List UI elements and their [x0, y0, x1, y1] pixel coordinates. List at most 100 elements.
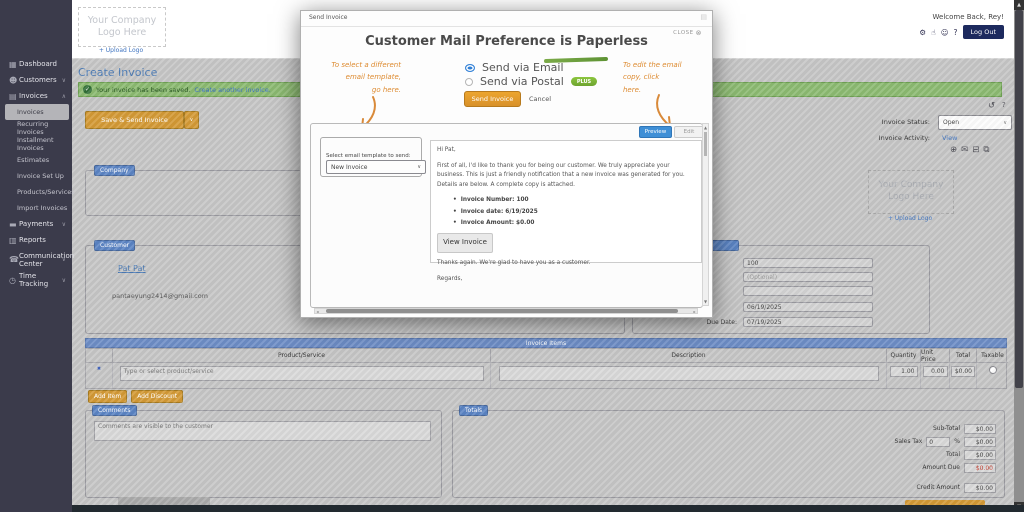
amount-due-value: $0.00 [964, 463, 996, 473]
radio-postal[interactable] [465, 78, 473, 86]
logout-button[interactable]: Log Out [963, 25, 1004, 39]
unit-price-input[interactable]: 0.00 [923, 366, 948, 377]
upload-logo-link[interactable]: + Upload Logo [868, 215, 952, 222]
sidebar-item-communication-center[interactable]: ☎ Communication Center ∨ [0, 248, 72, 272]
globe-icon[interactable]: ⊕ [950, 145, 957, 155]
scroll-thumb[interactable] [1015, 10, 1023, 388]
save-send-invoice-button[interactable]: Save & Send Invoice [85, 111, 184, 129]
sales-tax-rate-input[interactable]: 0 [926, 437, 950, 447]
subtotal-row: Sub-Total $0.00 [933, 423, 996, 434]
scroll-left-icon[interactable]: ◂ [315, 309, 320, 314]
empty-field[interactable] [743, 286, 873, 296]
email-icon[interactable]: ✉ [961, 145, 968, 155]
invoice-items-header: Invoice Items [85, 338, 1007, 348]
col-product-service: Product/Service [113, 349, 491, 363]
page-horizontal-scrollbar[interactable] [72, 505, 1024, 512]
add-item-button[interactable]: Add Item [88, 390, 127, 403]
sidebar-item-invoices[interactable]: ▤ Invoices ∧ [0, 88, 72, 104]
template-select[interactable]: New Invoice ∨ [326, 160, 426, 174]
create-another-invoice-link[interactable]: Create another invoice. [194, 86, 270, 94]
devices-icon[interactable]: ⧉ [983, 145, 989, 155]
taxable-checkbox[interactable] [989, 366, 997, 374]
edit-button[interactable]: Edit [674, 126, 704, 138]
gear-icon[interactable]: ⚙ [919, 28, 926, 37]
delete-row-icon[interactable]: ✖ [97, 366, 101, 372]
invoice-number-field[interactable]: 100 [743, 258, 873, 268]
share-icons-row: ⊕ ✉ ⊟ ⧉ [950, 145, 989, 155]
scroll-thumb[interactable] [326, 309, 678, 313]
invoice-activity-label: Invoice Activity: [798, 134, 930, 142]
scroll-up-icon[interactable]: ▲ [703, 124, 708, 131]
customer-name-link[interactable]: Pat Pat [118, 264, 146, 273]
amount-due-row: Amount Due $0.00 [922, 462, 996, 473]
send-invoice-button[interactable]: Send Invoice [464, 91, 521, 107]
radio-email-selected[interactable] [465, 64, 475, 72]
chevron-down-icon: ∨ [1003, 120, 1007, 126]
upload-logo-link[interactable]: + Upload Logo [78, 47, 164, 54]
sidebar-item-payments[interactable]: ▬ Payments ∨ [0, 216, 72, 232]
send-via-email-option[interactable]: Send via Email [465, 61, 564, 74]
add-discount-button[interactable]: Add Discount [131, 390, 183, 403]
totals-section-tab: Totals [459, 405, 488, 416]
save-send-dropdown-caret[interactable]: ∨ [184, 111, 199, 129]
sidebar-item-customers[interactable]: ☻ Customers ∨ [0, 72, 72, 88]
partial-tab[interactable] [118, 497, 210, 505]
chevron-down-icon: ∨ [62, 221, 66, 228]
page-title: Create Invoice [78, 66, 157, 79]
scroll-thumb[interactable] [704, 132, 707, 156]
sales-tax-value: $0.00 [964, 437, 996, 447]
optional-field[interactable]: (Optional) [743, 272, 873, 282]
send-via-postal-option[interactable]: Send via Postal PLUS [465, 75, 597, 88]
submenu-item-products-services[interactable]: Products/Services [0, 184, 72, 200]
description-input[interactable] [499, 366, 879, 381]
invoice-date-field[interactable]: 06/19/2025 [743, 302, 873, 312]
thumbs-up-icon[interactable]: ☝ [931, 28, 936, 37]
history-icon[interactable]: ↺ [988, 101, 995, 111]
subtotal-value: $0.00 [964, 424, 996, 434]
communication-icon: ☎ [9, 255, 19, 264]
dashboard-icon: ▦ [9, 60, 19, 69]
chevron-down-icon: ∨ [62, 257, 66, 264]
scroll-right-icon[interactable]: ▸ [692, 309, 697, 314]
print-icon[interactable]: ⊟ [972, 145, 979, 155]
sidebar-item-reports[interactable]: ▥ Reports [0, 232, 72, 248]
submenu-item-recurring-invoices[interactable]: Recurring Invoices [0, 120, 72, 136]
submenu-item-installment-invoices[interactable]: Installment Invoices [0, 136, 72, 152]
preview-button[interactable]: Preview [639, 126, 672, 138]
help-icon[interactable]: ? [1002, 101, 1006, 109]
invoice-logo-placeholder[interactable]: Your Company Logo Here [868, 170, 954, 214]
view-invoice-button[interactable]: View Invoice [437, 233, 493, 253]
submenu-item-invoices[interactable]: Invoices [5, 104, 69, 120]
scroll-up-icon[interactable]: ▲ [1014, 0, 1024, 10]
invoice-status-select[interactable]: Open ∨ [938, 115, 1012, 130]
page-vertical-scrollbar[interactable]: ▲ ▼ [1014, 0, 1024, 512]
email-preview-panel: Select email template to send: New Invoi… [310, 123, 703, 308]
submenu-item-estimates[interactable]: Estimates [0, 152, 72, 168]
product-service-input[interactable] [120, 366, 484, 381]
invoices-icon: ▤ [9, 92, 19, 101]
due-date-field[interactable]: 07/19/2025 [743, 317, 873, 327]
comments-section-tab: Comments [92, 405, 137, 416]
sidebar-item-time-tracking[interactable]: ◷ Time Tracking ∨ [0, 272, 72, 288]
cancel-link[interactable]: Cancel [529, 95, 551, 103]
company-logo-placeholder[interactable]: Your Company Logo Here [78, 7, 166, 47]
app-window: ▦ Dashboard ☻ Customers ∨ ▤ Invoices ∧ I… [0, 0, 1024, 512]
panel-vertical-scrollbar[interactable]: ▲ ▼ [702, 123, 709, 306]
scroll-down-icon[interactable]: ▼ [703, 298, 708, 305]
submenu-item-import-invoices[interactable]: Import Invoices [0, 200, 72, 216]
template-select-box: Select email template to send: New Invoi… [320, 137, 422, 177]
sidebar-item-dashboard[interactable]: ▦ Dashboard [0, 56, 72, 72]
modal-corner-icon[interactable]: ▤ [700, 13, 707, 21]
invoice-activity-view-link[interactable]: View [942, 134, 957, 142]
help-icon[interactable]: ? [954, 28, 958, 37]
user-icon[interactable]: ☺ [941, 28, 949, 37]
chevron-down-icon: ∨ [62, 277, 66, 284]
send-invoice-modal: Send Invoice ▤ CLOSE ⊗ Customer Mail Pre… [300, 10, 713, 318]
panel-horizontal-scrollbar[interactable]: ◂ ▸ [314, 308, 698, 314]
quantity-input[interactable]: 1.00 [890, 366, 918, 377]
submenu-item-invoice-set-up[interactable]: Invoice Set Up [0, 168, 72, 184]
percent-sign: % [954, 438, 960, 445]
email-signoff: Regards, [437, 275, 695, 285]
due-date-label: Due Date: [633, 319, 737, 326]
comments-input[interactable] [94, 421, 431, 441]
